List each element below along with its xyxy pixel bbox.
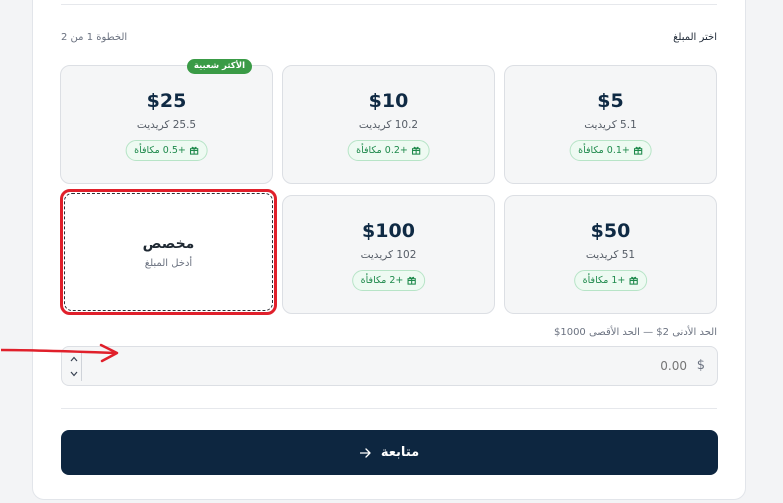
package-card-100[interactable]: $100 102 كريديت +2 مكافأة <box>282 195 495 314</box>
package-credits: 25.5 كريديت <box>136 119 197 131</box>
gift-icon <box>407 276 416 285</box>
package-price: $50 <box>590 220 631 242</box>
package-card-25[interactable]: الأكثر شعبية $25 25.5 كريديت +0.5 مكافأة <box>60 59 273 184</box>
annotation-arrow-icon <box>1 343 119 363</box>
gift-icon <box>190 146 199 155</box>
top-divider <box>61 4 717 5</box>
package-credits: 51 كريديت <box>585 249 636 261</box>
amount-header: اختر المبلغ الخطوة 1 من 2 <box>61 32 717 48</box>
arrow-right-icon <box>359 447 371 458</box>
package-card-5[interactable]: $5 5.1 كريديت +0.1 مكافأة <box>504 65 717 184</box>
choose-amount-label: اختر المبلغ <box>673 32 717 43</box>
amount-limits: الحد الأدنى 2$ — الحد الأقصى 1000$ <box>553 327 717 338</box>
gift-icon <box>634 146 643 155</box>
amount-field: $ <box>61 346 718 386</box>
package-credits: 102 كريديت <box>360 249 417 261</box>
custom-amount-card[interactable]: مخصص أدخل المبلغ <box>64 193 273 311</box>
bonus-badge: +0.1 مكافأة <box>569 140 652 161</box>
continue-button[interactable]: متابعة <box>61 430 718 475</box>
package-credits: 5.1 كريديت <box>584 119 637 131</box>
bonus-badge: +1 مكافأة <box>573 270 648 291</box>
step-indicator: الخطوة 1 من 2 <box>61 32 128 43</box>
package-price: $25 <box>146 90 187 112</box>
package-price: $10 <box>368 90 409 112</box>
package-price: $100 <box>362 220 415 242</box>
custom-title: مخصص <box>142 236 195 252</box>
bonus-badge: +0.2 مكافأة <box>347 140 430 161</box>
package-card-10[interactable]: $10 10.2 كريديت +0.2 مكافأة <box>282 65 495 184</box>
currency-symbol: $ <box>696 358 705 373</box>
continue-label: متابعة <box>380 445 420 460</box>
bonus-text: +0.2 مكافأة <box>356 145 408 156</box>
most-popular-badge: الأكثر شعبية <box>186 59 252 74</box>
package-credits: 10.2 كريديت <box>358 119 419 131</box>
bonus-badge: +0.5 مكافأة <box>125 140 208 161</box>
custom-hint: أدخل المبلغ <box>144 258 193 269</box>
gift-icon <box>629 276 638 285</box>
package-price: $5 <box>597 90 624 112</box>
bonus-text: +2 مكافأة <box>360 275 404 286</box>
package-card-50[interactable]: $50 51 كريديت +1 مكافأة <box>504 195 717 314</box>
top-up-panel: اختر المبلغ الخطوة 1 من 2 $5 5.1 كريديت … <box>1 0 746 500</box>
bonus-text: +0.5 مكافأة <box>134 145 186 156</box>
amount-input[interactable] <box>86 347 687 385</box>
gift-icon <box>412 146 421 155</box>
bottom-divider <box>61 408 717 409</box>
bonus-badge: +2 مكافأة <box>351 270 426 291</box>
bonus-text: +1 مكافأة <box>582 275 626 286</box>
bonus-text: +0.1 مكافأة <box>578 145 630 156</box>
chevron-down-icon <box>70 371 78 376</box>
